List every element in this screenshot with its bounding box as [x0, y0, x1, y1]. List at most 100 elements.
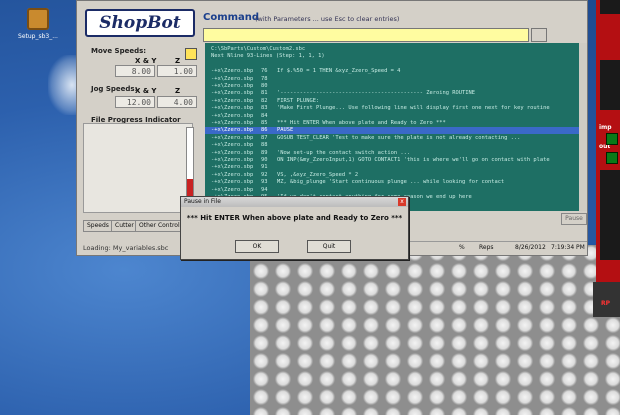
console-c1: -+x\Zzero.sbp [211, 97, 254, 104]
jog-z-label: Z [175, 87, 181, 95]
console-c1: -+x\Zzero.sbp [211, 120, 254, 126]
background-app-window: imp out [596, 0, 620, 290]
console-line[interactable]: -+x\Zzero.sbp 86 PAUSE [205, 127, 579, 135]
console-c1: -+x\Zzero.sbp [211, 83, 254, 89]
jog-xy-field[interactable]: 12.00 [115, 96, 155, 108]
console-c1: Next Nline 93-Lines (Step: 1, 1, 1) [211, 53, 325, 60]
move-z-label: Z [175, 57, 181, 65]
console-line[interactable]: -+x\Zzero.sbp 76 If $.%50 = 1 THEN &xyz_Zz… [205, 68, 579, 75]
console-line[interactable]: -+x\Zzero.sbp 82 FIRST PLUNGE: [205, 98, 579, 105]
status-percent: % [459, 244, 465, 251]
command-subtitle: (with Parameters ... use Esc to clear en… [255, 15, 400, 23]
console-c2: 85 [261, 120, 268, 126]
setup-file-icon [27, 8, 49, 30]
console-c1: C:\SbParts\Custom\Custom2.sbc [211, 46, 306, 52]
console-line[interactable]: -+x\Zzero.sbp 89 'Now set-up the contact s… [205, 150, 579, 157]
console-c1: -+x\Zzero.sbp [211, 157, 254, 163]
jog-speeds-title: Jog Speeds: [91, 85, 138, 93]
command-console[interactable]: C:\SbParts\Custom\Custom2.sbc Next Nline … [205, 43, 579, 211]
console-c1: -+x\Zzero.sbp [211, 90, 254, 97]
console-c3: If $.%50 = 1 THEN &xyz_Zzero_Speed = 4 [277, 68, 401, 75]
console-c1: -+x\Zzero.sbp [211, 127, 254, 134]
console-c3: '---------------------------------------… [277, 90, 475, 97]
move-xy-label: X & Y [135, 57, 157, 65]
command-input[interactable] [203, 28, 529, 42]
console-c1: -+x\Zzero.sbp [211, 112, 254, 119]
console-c1: -+x\Zzero.sbp [211, 179, 254, 186]
dialog-message: *** Hit ENTER When above plate and Ready… [186, 214, 403, 222]
desktop-icon-setup[interactable]: Setup_sb3_... [16, 8, 60, 40]
console-c2: 84 [261, 112, 268, 119]
desktop-icon-label: Setup_sb3_... [18, 33, 58, 40]
console-c2: 88 [261, 142, 268, 149]
console-c2: 80 [261, 83, 268, 89]
console-c2: 76 [261, 68, 268, 75]
status-time: 7:19:34 PM [551, 244, 585, 251]
console-line[interactable]: -+x\Zzero.sbp 91 [205, 164, 579, 171]
indicator-green [606, 133, 618, 145]
console-c1: -+x\Zzero.sbp [211, 75, 254, 82]
console-line[interactable]: -+x\Zzero.sbp 87 GOSUB TEST_CLEAR 'Test to… [205, 135, 579, 142]
console-c2: 94 [261, 186, 268, 193]
console-c2: 89 [261, 149, 268, 156]
console-c2: 91 [261, 164, 268, 171]
console-line[interactable]: -+x\Zzero.sbp 92 VS, ,&xyz_Zzero_Speed * 2 [205, 172, 579, 179]
console-c2: 78 [261, 75, 268, 82]
console-line[interactable]: -+x\Zzero.sbp 88 [205, 142, 579, 149]
console-line[interactable]: -+x\Zzero.sbp 80 [205, 83, 579, 90]
console-c2: 86 [261, 127, 268, 134]
console-c1: -+x\Zzero.sbp [211, 68, 254, 75]
console-c1: -+x\Zzero.sbp [211, 105, 254, 112]
pause-button[interactable]: Pause [561, 213, 587, 225]
console-line[interactable] [205, 61, 579, 68]
progress-fill [187, 179, 193, 196]
console-line[interactable]: -+x\Zzero.sbp 81 '------------------------… [205, 90, 579, 97]
tab-speeds[interactable]: Speeds [83, 220, 113, 232]
console-c2: 92 [261, 171, 268, 178]
console-line[interactable]: Next Nline 93-Lines (Step: 1, 1, 1) [205, 53, 579, 60]
console-c2: 90 [261, 157, 268, 163]
console-line[interactable]: -+x\Zzero.sbp 85 *** Hit ENTER When above … [205, 120, 579, 127]
indicator-green [606, 152, 618, 164]
console-c1: -+x\Zzero.sbp [211, 149, 254, 156]
console-c3: FIRST PLUNGE: [277, 97, 320, 104]
console-c1: -+x\Zzero.sbp [211, 171, 254, 178]
move-z-field[interactable]: 1.00 [157, 65, 197, 77]
console-scrollbar[interactable] [579, 43, 587, 211]
console-c3: 'Make First Plunge... Use following line… [277, 105, 550, 112]
tab-cutter[interactable]: Cutter [111, 220, 138, 232]
console-line[interactable]: -+x\Zzero.sbp 84 [205, 113, 579, 120]
console-line[interactable]: -+x\Zzero.sbp 93 MZ, &big_plunge 'Start co… [205, 179, 579, 186]
status-date: 8/26/2012 [515, 244, 546, 251]
console-c2: 87 [261, 134, 268, 141]
move-xy-field[interactable]: 8.00 [115, 65, 155, 77]
dialog-titlebar: Pause in File [181, 197, 408, 207]
console-line[interactable]: C:\SbParts\Custom\Custom2.sbc [205, 46, 579, 53]
command-title: Command [203, 12, 260, 23]
console-line[interactable]: -+x\Zzero.sbp 94 [205, 187, 579, 194]
dark-panel [600, 60, 620, 110]
console-c3: ON INP(&my_ZzeroInput,1) GOTO CONTACT1 '… [277, 157, 550, 163]
console-c2: 93 [261, 179, 268, 186]
ok-button[interactable]: OK [235, 240, 279, 253]
console-c3: MZ, &big_plunge 'Start continuous plunge… [277, 179, 505, 186]
console-c2: 82 [261, 97, 268, 104]
tab-other-controls[interactable]: Other Controls [135, 220, 187, 232]
console-c1: -+x\Zzero.sbp [211, 134, 254, 141]
console-c3: *** Hit ENTER When above plate and Ready… [277, 120, 446, 126]
background-dots-pattern [250, 245, 620, 415]
app-label-imp: imp [599, 124, 612, 131]
background-app-panel: RP [593, 282, 620, 317]
command-enter-button[interactable] [531, 28, 547, 42]
status-reps: Reps [479, 244, 494, 251]
quit-button[interactable]: Quit [307, 240, 351, 253]
console-line[interactable]: -+x\Zzero.sbp 90 ON INP(&my_ZzeroInput,1) … [205, 157, 579, 164]
console-c2: 83 [261, 105, 268, 112]
move-speeds-title: Move Speeds: [91, 47, 147, 55]
console-line[interactable]: -+x\Zzero.sbp 78 [205, 76, 579, 83]
console-c3: GOSUB TEST_CLEAR 'Test to make sure the … [277, 134, 521, 141]
edit-icon[interactable] [185, 48, 197, 60]
console-line[interactable]: -+x\Zzero.sbp 83 'Make First Plunge... Use… [205, 105, 579, 112]
jog-z-field[interactable]: 4.00 [157, 96, 197, 108]
close-icon[interactable]: x [398, 198, 406, 206]
